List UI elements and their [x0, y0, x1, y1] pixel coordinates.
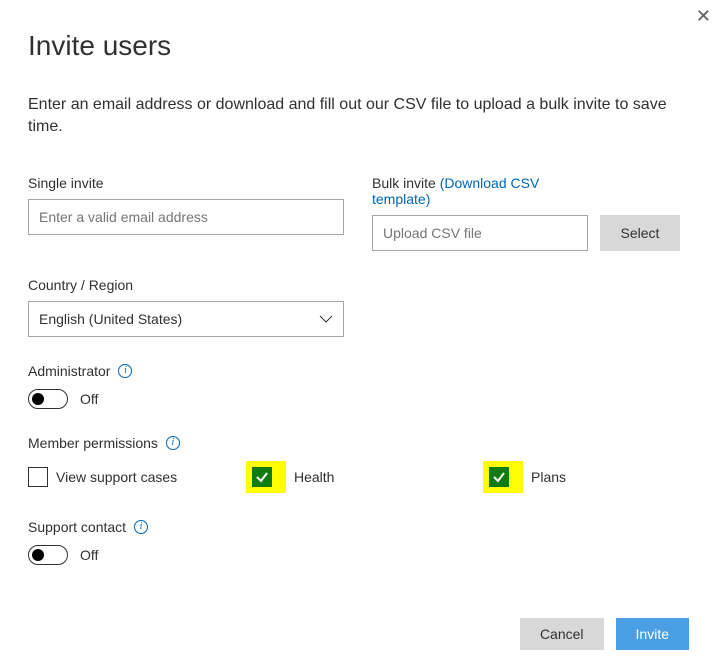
support-contact-toggle[interactable]	[28, 545, 68, 565]
page-title: Invite users	[28, 30, 689, 62]
info-icon[interactable]: i	[118, 364, 132, 378]
single-invite-label: Single invite	[28, 175, 344, 191]
select-file-button[interactable]: Select	[600, 215, 680, 251]
health-checkbox[interactable]	[252, 467, 272, 487]
chevron-down-icon	[319, 312, 333, 326]
perm-label-support: View support cases	[56, 469, 177, 485]
invite-button[interactable]: Invite	[616, 618, 689, 650]
plans-checkbox[interactable]	[489, 467, 509, 487]
support-contact-label: Support contact	[28, 519, 126, 535]
perm-label-plans: Plans	[531, 469, 566, 485]
cancel-button[interactable]: Cancel	[520, 618, 604, 650]
bulk-invite-input[interactable]	[372, 215, 588, 251]
administrator-label: Administrator	[28, 363, 110, 379]
administrator-state: Off	[80, 391, 98, 407]
perm-label-health: Health	[294, 469, 334, 485]
country-value: English (United States)	[39, 311, 182, 327]
toggle-knob	[32, 549, 44, 561]
support-contact-state: Off	[80, 547, 98, 563]
member-permissions-label: Member permissions	[28, 435, 158, 451]
info-icon[interactable]: i	[166, 436, 180, 450]
administrator-toggle[interactable]	[28, 389, 68, 409]
info-icon[interactable]: i	[134, 520, 148, 534]
bulk-invite-label: Bulk invite	[372, 175, 436, 191]
close-icon[interactable]: ✕	[696, 6, 711, 27]
view-support-cases-checkbox[interactable]	[28, 467, 48, 487]
country-select[interactable]: English (United States)	[28, 301, 344, 337]
single-invite-input[interactable]	[28, 199, 344, 235]
page-description: Enter an email address or download and f…	[28, 94, 689, 139]
country-label: Country / Region	[28, 277, 689, 293]
toggle-knob	[32, 393, 44, 405]
